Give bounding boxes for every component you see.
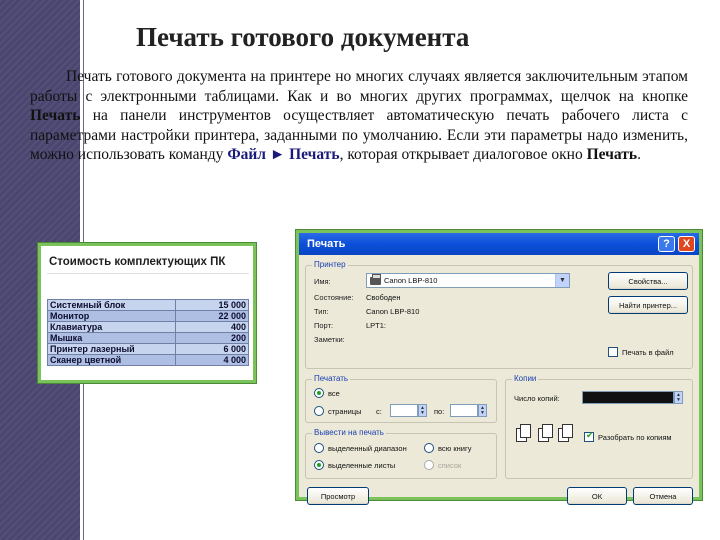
close-button[interactable]: X xyxy=(678,236,695,252)
cell-item-name: Клавиатура xyxy=(47,321,176,333)
menu-file-reference: Файл xyxy=(227,146,267,163)
list-radio xyxy=(424,460,434,470)
body-paragraph: Печать готового документа на принтере но… xyxy=(30,67,688,165)
preview-button[interactable]: Просмотр xyxy=(307,487,369,505)
slide-title: Печать готового документа xyxy=(136,22,470,52)
copies-count-input[interactable] xyxy=(582,391,674,404)
spreadsheet-title: Стоимость комплектующих ПК xyxy=(49,256,226,268)
properties-button[interactable]: Свойства... xyxy=(608,272,688,290)
whole-book-label: всю книгу xyxy=(438,444,472,453)
table-row: Мышка 200 xyxy=(47,332,249,344)
range-pages-label: страницы xyxy=(328,407,362,416)
printer-name-label: Имя: xyxy=(314,277,331,286)
print-range-legend: Печатать xyxy=(312,374,351,383)
selection-radio[interactable] xyxy=(314,443,324,453)
cell-item-value: 22 000 xyxy=(175,310,249,322)
print-what-legend: Вывести на печать xyxy=(312,428,386,437)
table-row: Системный блок 15 000 xyxy=(47,299,249,311)
collate-pages-icon xyxy=(514,422,573,452)
menu-print-reference: Печать xyxy=(289,146,340,163)
table-row: Клавиатура 400 xyxy=(47,321,249,333)
cell-item-value: 15 000 xyxy=(175,299,249,311)
cell-item-name: Мышка xyxy=(47,332,176,344)
cell-item-name: Принтер лазерный xyxy=(47,343,176,355)
printer-type-value: Canon LBP-810 xyxy=(366,307,420,316)
ok-button[interactable]: ОК xyxy=(567,487,627,505)
dialog-body: Принтер Имя: Canon LBP-810 ▼ Состояние: … xyxy=(299,255,699,505)
find-printer-button[interactable]: Найти принтер... xyxy=(608,296,688,314)
cell-item-name: Монитор xyxy=(47,310,176,322)
selection-label: выделенный диапазон xyxy=(328,444,407,453)
printer-state-label: Состояние: xyxy=(314,293,354,302)
spreadsheet-screenshot: Стоимость комплектующих ПК Системный бло… xyxy=(38,243,256,383)
range-to-spinner[interactable]: ▲ ▼ xyxy=(478,404,487,417)
print-to-file-checkbox[interactable] xyxy=(608,347,618,357)
cell-item-name: Сканер цветной xyxy=(47,354,176,366)
help-button[interactable]: ? xyxy=(658,236,675,252)
range-to-input[interactable] xyxy=(450,404,478,417)
printer-port-label: Порт: xyxy=(314,321,334,330)
printer-state-value: Свободен xyxy=(366,293,401,302)
range-all-label: все xyxy=(328,389,340,398)
whole-book-radio[interactable] xyxy=(424,443,434,453)
table-row: Монитор 22 000 xyxy=(47,310,249,322)
dialog-title: Печать xyxy=(307,238,346,250)
print-what-group: Вывести на печать выделенный диапазон вс… xyxy=(305,428,497,479)
printer-name-select[interactable]: Canon LBP-810 ▼ xyxy=(366,273,570,288)
table-row: Сканер цветной 4 000 xyxy=(47,354,249,366)
spreadsheet-table: Системный блок 15 000 Монитор 22 000 Клави… xyxy=(47,299,249,366)
selected-sheets-label: выделенные листы xyxy=(328,461,396,470)
paragraph-text-3: , которая открывает диалоговое окно xyxy=(339,146,587,163)
paragraph-text-1: Печать готового документа на принтере но… xyxy=(30,68,688,105)
spreadsheet-empty-row xyxy=(47,273,249,299)
cancel-button[interactable]: Отмена xyxy=(633,487,693,505)
printer-port-value: LPT1: xyxy=(366,321,387,330)
print-dialog: Печать ? X Принтер Имя: Canon LBP-810 ▼ … xyxy=(296,230,702,505)
chevron-down-icon[interactable]: ▼ xyxy=(555,274,569,287)
range-all-radio[interactable] xyxy=(314,388,324,398)
print-to-file-label: Печать в файл xyxy=(622,348,674,357)
list-label: список xyxy=(438,461,462,470)
selected-sheets-radio[interactable] xyxy=(314,460,324,470)
printer-name-value: Canon LBP-810 xyxy=(384,276,438,285)
copies-count-label: Число копий: xyxy=(514,394,560,403)
printer-icon xyxy=(370,273,381,285)
cell-item-value: 200 xyxy=(175,332,249,344)
range-from-input[interactable] xyxy=(390,404,418,417)
print-button-reference: Печать xyxy=(30,107,81,124)
printer-notes-label: Заметки: xyxy=(314,335,345,344)
collate-label: Разобрать по копиям xyxy=(598,433,672,442)
print-range-group: Печатать все страницы с: ▲ ▼ по: ▲ ▼ xyxy=(305,374,497,423)
dialog-reference: Печать xyxy=(586,146,638,163)
collate-checkbox[interactable] xyxy=(584,430,594,442)
copies-legend: Копии xyxy=(512,374,539,383)
range-pages-radio[interactable] xyxy=(314,406,324,416)
copies-group: Копии Число копий: ▲▼ Разобрать по копия… xyxy=(505,374,693,479)
printer-group: Принтер Имя: Canon LBP-810 ▼ Состояние: … xyxy=(305,260,693,369)
dialog-titlebar[interactable]: Печать ? X xyxy=(299,233,699,255)
range-to-label: по: xyxy=(434,407,445,416)
cell-item-name: Системный блок xyxy=(47,299,176,311)
printer-type-label: Тип: xyxy=(314,307,329,316)
paragraph-text-4: . xyxy=(637,146,641,163)
range-from-spinner[interactable]: ▲ ▼ xyxy=(418,404,427,417)
cell-item-value: 4 000 xyxy=(175,354,249,366)
table-row: Принтер лазерный 6 000 xyxy=(47,343,249,355)
menu-arrow-icon: ► xyxy=(269,146,286,163)
range-from-label: с: xyxy=(376,407,382,416)
printer-group-legend: Принтер xyxy=(312,260,348,269)
copies-spinner[interactable]: ▲ ▼ xyxy=(674,391,683,404)
cell-item-value: 6 000 xyxy=(175,343,249,355)
cell-item-value: 400 xyxy=(175,321,249,333)
